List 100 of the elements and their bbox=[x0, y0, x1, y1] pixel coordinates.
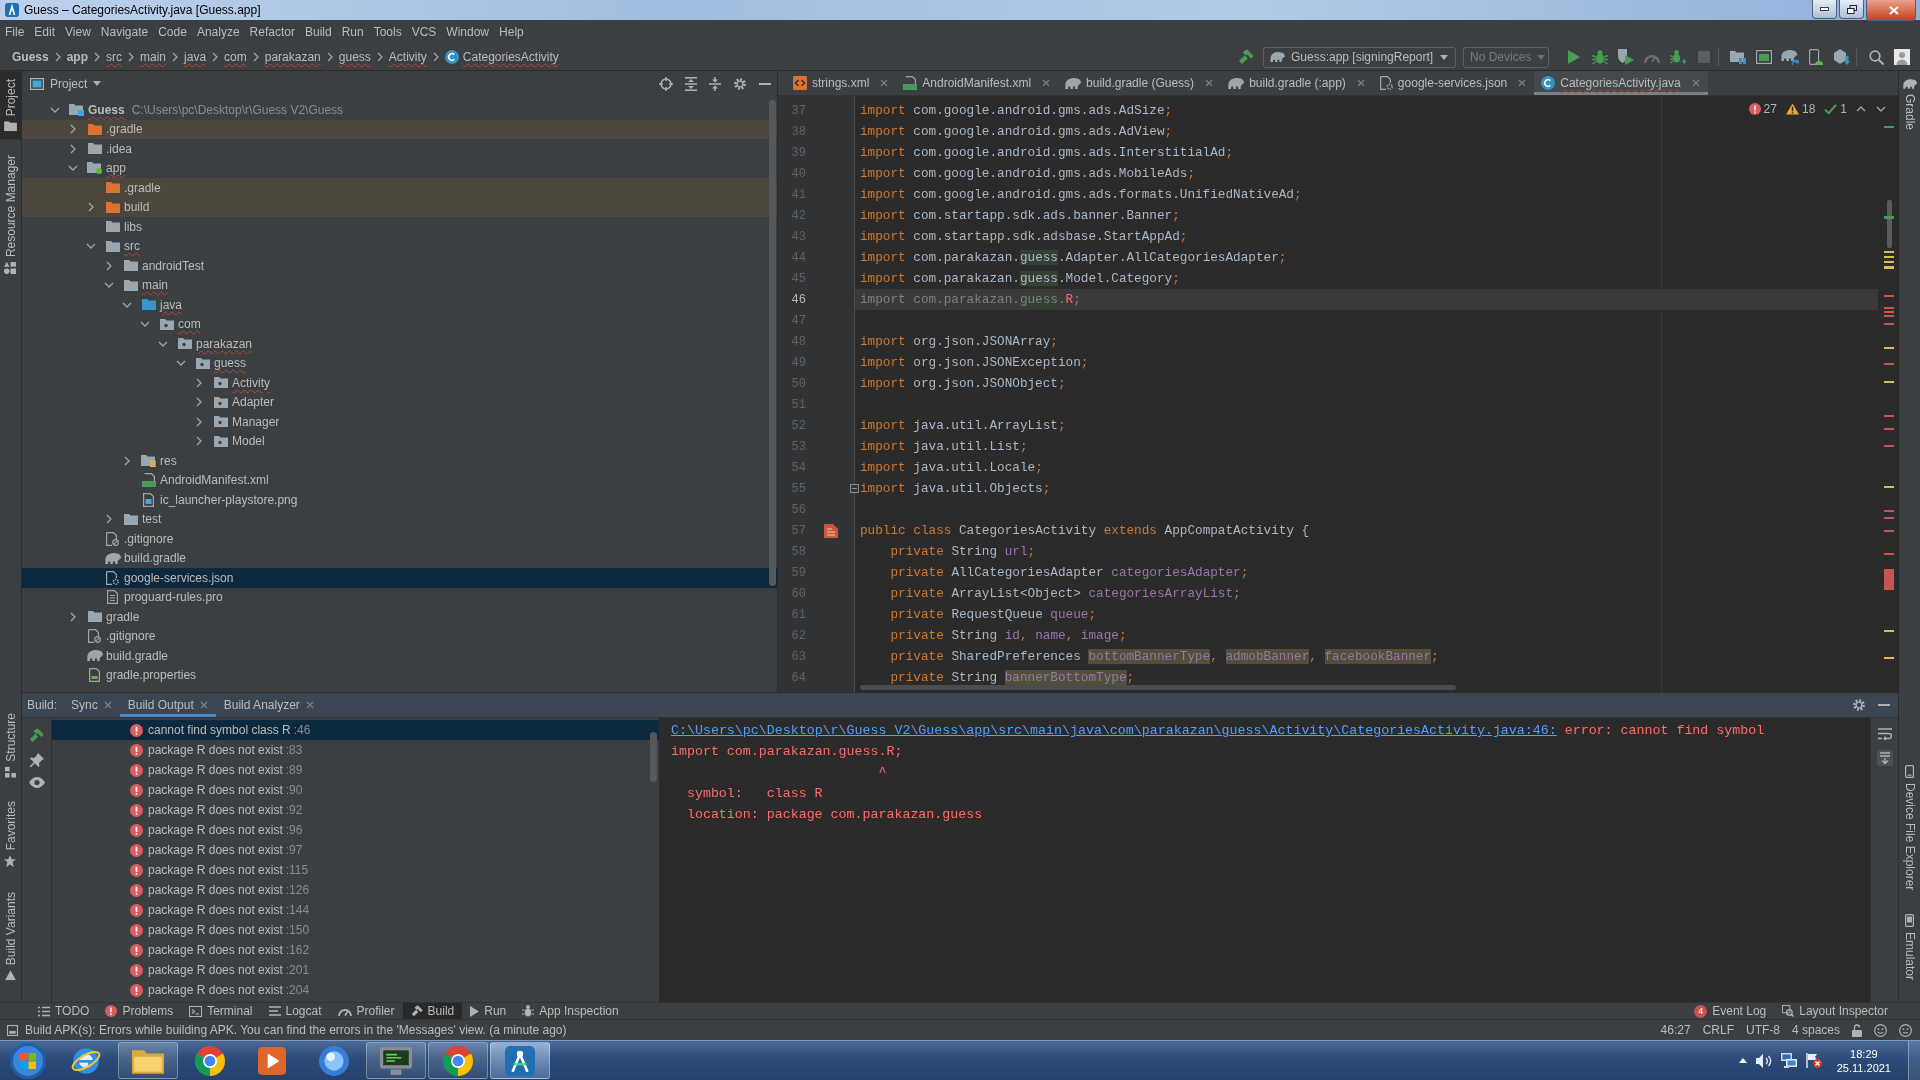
close-icon[interactable] bbox=[199, 701, 208, 709]
tree-item[interactable]: ic_launcher-playstore.png bbox=[22, 490, 777, 510]
taskbar-button[interactable] bbox=[118, 1042, 178, 1079]
padlock-icon[interactable] bbox=[1852, 1023, 1862, 1037]
settings-icon[interactable] bbox=[733, 76, 747, 91]
close-icon[interactable] bbox=[1042, 79, 1051, 87]
close-icon[interactable] bbox=[1518, 79, 1527, 87]
build-message[interactable]: cannot find symbol class R :46 bbox=[52, 720, 659, 740]
breadcrumb[interactable]: main bbox=[140, 50, 167, 64]
restore-button[interactable] bbox=[1839, 0, 1864, 19]
menu-item[interactable]: VCS bbox=[406, 25, 442, 39]
folder-grid-icon[interactable] bbox=[1730, 50, 1746, 64]
code-editor[interactable] bbox=[778, 96, 1898, 692]
breadcrumb[interactable]: CategoriesActivity bbox=[462, 50, 559, 64]
status-item[interactable]: UTF-8 bbox=[1745, 1023, 1780, 1037]
square-icon[interactable] bbox=[7, 1024, 18, 1036]
tree-item[interactable]: Activity bbox=[22, 373, 777, 393]
menu-item[interactable]: Refactor bbox=[244, 25, 300, 39]
tree-item[interactable]: Manager bbox=[22, 412, 777, 432]
tree-item[interactable]: com bbox=[22, 314, 777, 334]
arrows-together-icon[interactable] bbox=[709, 76, 721, 91]
taskbar-button[interactable] bbox=[428, 1042, 488, 1079]
menu-item[interactable]: File bbox=[0, 25, 30, 39]
bug-icon[interactable] bbox=[1592, 49, 1608, 65]
network-icon[interactable] bbox=[1780, 1053, 1797, 1068]
menu-item[interactable]: Help bbox=[494, 25, 529, 39]
breadcrumb[interactable]: Guess bbox=[12, 50, 49, 64]
chevron-right-icon[interactable] bbox=[172, 52, 179, 62]
status-item[interactable]: CRLF bbox=[1702, 1023, 1734, 1037]
chevron-right-icon[interactable] bbox=[124, 455, 130, 466]
menu-item[interactable]: Navigate bbox=[95, 25, 154, 39]
tree-item[interactable]: .gradle bbox=[22, 178, 777, 198]
caret-up-icon[interactable] bbox=[1738, 1058, 1747, 1063]
status-item[interactable]: 46:27 bbox=[1660, 1023, 1691, 1037]
chevron-down-icon[interactable] bbox=[86, 243, 96, 250]
build-message[interactable]: package R does not exist :204 bbox=[52, 980, 659, 1000]
play-icon[interactable] bbox=[1568, 50, 1580, 64]
scrollbar-thumb[interactable] bbox=[860, 685, 1456, 690]
chevron-right-icon[interactable] bbox=[196, 377, 202, 388]
chevron-right-icon[interactable] bbox=[326, 52, 333, 62]
build-message[interactable]: package R does not exist :92 bbox=[52, 800, 659, 820]
close-icon[interactable] bbox=[1691, 79, 1700, 87]
tree-item[interactable]: build.gradle bbox=[22, 548, 777, 568]
editor-tab[interactable]: AndroidManifest.xml bbox=[896, 71, 1059, 95]
chevron-right-icon[interactable] bbox=[376, 52, 383, 62]
start-orb-icon[interactable] bbox=[10, 1042, 46, 1079]
close-icon[interactable] bbox=[880, 79, 889, 87]
tree-item[interactable]: androidTest bbox=[22, 256, 777, 276]
window-icon[interactable] bbox=[1756, 50, 1772, 64]
chevron-down-icon[interactable] bbox=[122, 301, 132, 308]
tool-window-tab[interactable]: Emulator bbox=[1899, 905, 1920, 988]
tree-item[interactable]: gradle bbox=[22, 607, 777, 627]
scrollbar-thumb[interactable] bbox=[769, 100, 776, 586]
chevron-right-icon[interactable] bbox=[94, 52, 101, 62]
status-item[interactable]: 4 spaces bbox=[1791, 1023, 1840, 1037]
tree-item[interactable]: res bbox=[22, 451, 777, 471]
editor-tab[interactable]: build.gradle (Guess) bbox=[1058, 71, 1222, 95]
breadcrumb[interactable]: Activity bbox=[388, 50, 427, 64]
tree-item[interactable]: libs bbox=[22, 217, 777, 237]
panel-tab[interactable]: Sync bbox=[63, 693, 120, 717]
menu-item[interactable]: Window bbox=[441, 25, 495, 39]
tree-item[interactable]: guess bbox=[22, 353, 777, 373]
tree-item[interactable]: parakazan bbox=[22, 334, 777, 354]
chevron-down-icon[interactable] bbox=[68, 165, 78, 172]
chevron-down-icon[interactable] bbox=[50, 106, 60, 113]
chevron-up-icon[interactable] bbox=[1856, 106, 1866, 112]
chevron-right-icon[interactable] bbox=[196, 397, 202, 408]
chevron-right-icon[interactable] bbox=[106, 514, 112, 525]
panel-tab[interactable]: Build Output bbox=[119, 693, 216, 717]
close-button[interactable] bbox=[1866, 0, 1916, 21]
chevron-down-icon[interactable] bbox=[176, 360, 186, 367]
breadcrumb[interactable]: src bbox=[106, 50, 123, 64]
clock-date[interactable]: 25.11.2021 bbox=[1836, 1060, 1891, 1075]
chevron-right-icon[interactable] bbox=[128, 52, 135, 62]
editor-tab[interactable]: CategoriesActivity.java bbox=[1534, 71, 1708, 95]
face-icon[interactable] bbox=[1899, 1023, 1912, 1037]
hammer-icon[interactable] bbox=[29, 728, 44, 743]
minimize-button[interactable] bbox=[1812, 0, 1837, 19]
menu-item[interactable]: Analyze bbox=[191, 25, 245, 39]
chevron-right-icon[interactable] bbox=[252, 52, 259, 62]
bug-arrow-icon[interactable] bbox=[1670, 49, 1686, 65]
tool-window-tab[interactable]: Resource Manager bbox=[0, 147, 21, 283]
smiley-icon[interactable] bbox=[1874, 1023, 1887, 1037]
breadcrumb[interactable]: app bbox=[66, 50, 89, 64]
tool-window-tab[interactable]: Project bbox=[0, 71, 21, 140]
tree-item[interactable]: .gradle bbox=[22, 119, 777, 139]
tool-window-tab[interactable]: Gradle bbox=[1899, 71, 1920, 139]
show-desktop-button[interactable] bbox=[1908, 1041, 1920, 1080]
tree-item[interactable]: Guess C:\Users\pc\Desktop\r\Guess V2\Guess bbox=[22, 100, 777, 120]
close-icon[interactable] bbox=[305, 701, 314, 709]
tool-window-button[interactable]: Build bbox=[402, 1003, 463, 1019]
user-avatar-icon[interactable] bbox=[1894, 49, 1910, 65]
menu-item[interactable]: Run bbox=[336, 25, 369, 39]
close-icon[interactable] bbox=[1205, 79, 1214, 87]
pin-icon[interactable] bbox=[29, 753, 44, 767]
tool-window-button[interactable]: 4 Event Log bbox=[1686, 1003, 1775, 1019]
phone-icon[interactable] bbox=[1809, 49, 1823, 65]
menu-item[interactable]: View bbox=[60, 25, 96, 39]
build-message[interactable]: package R does not exist :115 bbox=[52, 860, 659, 880]
chevron-down-icon[interactable] bbox=[140, 321, 150, 328]
